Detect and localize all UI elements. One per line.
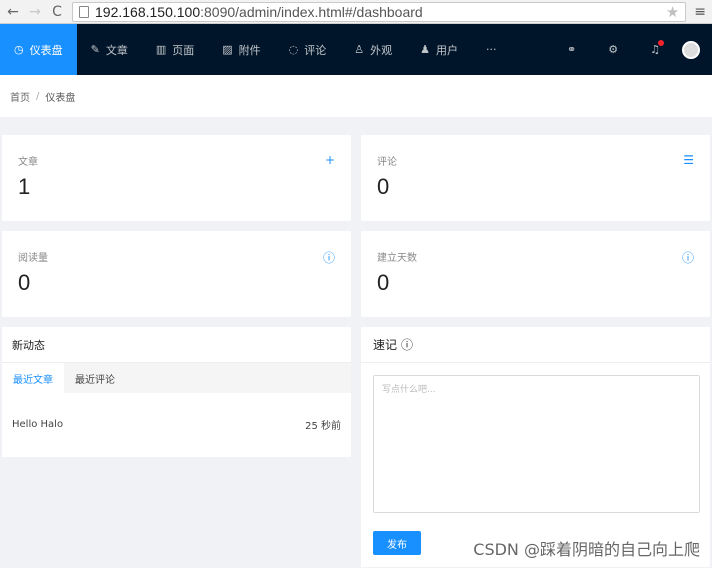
journal-input[interactable]: [373, 375, 700, 513]
nav-appearance[interactable]: ♙ 外观: [340, 24, 406, 75]
nav-users[interactable]: ♟ 用户: [406, 24, 472, 75]
stat-card-comments: 评论 0 ☰: [361, 135, 710, 221]
post-time: 25 秒前: [305, 420, 341, 432]
comment-icon: ◌: [288, 43, 299, 56]
reload-icon[interactable]: C: [50, 0, 64, 24]
notification-dot: [658, 40, 664, 46]
link-icon: ⚭: [567, 43, 577, 56]
nav-dashboard[interactable]: ◷ 仪表盘: [0, 24, 77, 75]
avatar[interactable]: [682, 40, 700, 59]
plus-icon[interactable]: +: [325, 153, 335, 167]
book-icon: ▥: [155, 43, 167, 56]
stat-card-visits: 阅读量 0 ⓘ: [2, 231, 351, 317]
stat-card-days: 建立天数 0 ⓘ: [361, 231, 710, 317]
nav-label: 附件: [238, 43, 261, 57]
nav-pages[interactable]: ▥ 页面: [142, 24, 208, 75]
list-icon[interactable]: ☰: [683, 153, 694, 167]
stat-label: 文章: [18, 157, 38, 168]
dashboard-icon: ◷: [14, 43, 24, 56]
stat-cards: 文章 1 + 评论 0 ☰ 阅读量 0 ⓘ 建立天数 0 ⓘ: [0, 117, 712, 317]
url-path: :8090/admin/index.html#/dashboard: [200, 3, 423, 20]
tab-recent-comments[interactable]: 最近评论: [64, 363, 126, 393]
journal-title: 速记: [373, 338, 398, 352]
watermark: CSDN @踩着阴暗的自己向上爬: [473, 540, 700, 559]
browser-toolbar: ← → C 192.168.150.100:8090/admin/index.h…: [0, 0, 712, 24]
top-nav: ◷ 仪表盘 ✎ 文章 ▥ 页面 ▨ 附件 ◌ 评论 ♙ 外观 ♟ 用户 ··· …: [0, 24, 712, 75]
skin-icon: ♙: [354, 43, 365, 56]
nav-label: 用户: [436, 43, 458, 57]
breadcrumb-current: 仪表盘: [45, 92, 76, 104]
news-card: 新动态 最近文章 最近评论 Hello Halo 25 秒前: [2, 327, 351, 457]
nav-posts[interactable]: ✎ 文章: [77, 24, 142, 75]
nav-label: 页面: [172, 43, 195, 57]
stat-value: 0: [377, 174, 390, 199]
stat-label: 评论: [377, 157, 397, 168]
nav-label: 评论: [304, 43, 327, 57]
nav-comments[interactable]: ◌ 评论: [275, 24, 341, 75]
stat-value: 0: [377, 270, 390, 295]
gear-icon: ⚙: [608, 43, 619, 56]
forward-icon[interactable]: →: [28, 0, 42, 24]
nav-settings[interactable]: ⚙: [592, 43, 634, 56]
stat-label: 建立天数: [377, 253, 417, 264]
nav-links[interactable]: ⚭: [551, 43, 592, 56]
nav-notifications[interactable]: ♫: [634, 40, 676, 56]
picture-icon: ▨: [222, 43, 233, 56]
user-icon: ♟: [420, 43, 430, 56]
list-item[interactable]: Hello Halo 25 秒前: [2, 393, 351, 455]
page-icon: [79, 5, 89, 18]
journal-card: 速记 ⓘ 发布: [361, 327, 710, 567]
info-icon[interactable]: ⓘ: [401, 336, 413, 353]
bookmark-star-icon[interactable]: ★: [666, 3, 679, 21]
breadcrumb-separator: /: [36, 90, 40, 102]
back-icon[interactable]: ←: [6, 0, 20, 24]
breadcrumb-home[interactable]: 首页: [10, 89, 30, 104]
more-icon: ···: [486, 43, 497, 56]
bottom-panels: 新动态 最近文章 最近评论 Hello Halo 25 秒前 速记 ⓘ 发布: [0, 317, 712, 567]
edit-icon: ✎: [90, 43, 100, 56]
info-icon[interactable]: ⓘ: [323, 249, 335, 266]
bell-icon: ♫: [650, 40, 664, 56]
news-tabs: 最近文章 最近评论: [2, 363, 351, 393]
nav-label: 文章: [105, 43, 128, 57]
address-bar[interactable]: 192.168.150.100:8090/admin/index.html#/d…: [72, 1, 687, 22]
stat-label: 阅读量: [18, 253, 48, 264]
nav-label: 外观: [370, 43, 393, 57]
journal-header: 速记 ⓘ: [361, 327, 710, 363]
nav-label: 仪表盘: [29, 43, 63, 57]
browser-menu-icon[interactable]: ≡: [694, 4, 706, 20]
nav-attachments[interactable]: ▨ 附件: [208, 24, 274, 75]
news-title: 新动态: [2, 327, 351, 363]
publish-button[interactable]: 发布: [373, 531, 421, 555]
stat-value: 0: [18, 270, 31, 295]
dashboard-content: 文章 1 + 评论 0 ☰ 阅读量 0 ⓘ 建立天数 0 ⓘ 新动态 最近文章 …: [0, 117, 712, 567]
post-title[interactable]: Hello Halo: [12, 419, 63, 430]
tab-recent-posts[interactable]: 最近文章: [2, 363, 64, 393]
breadcrumb: 首页 / 仪表盘: [0, 75, 712, 117]
url-host: 192.168.150.100: [95, 3, 201, 20]
nav-right-actions: ⚭ ⚙ ♫: [551, 24, 712, 75]
nav-more[interactable]: ···: [472, 24, 511, 75]
stat-card-posts: 文章 1 +: [2, 135, 351, 221]
stat-value: 1: [18, 174, 31, 199]
info-icon[interactable]: ⓘ: [682, 249, 694, 266]
